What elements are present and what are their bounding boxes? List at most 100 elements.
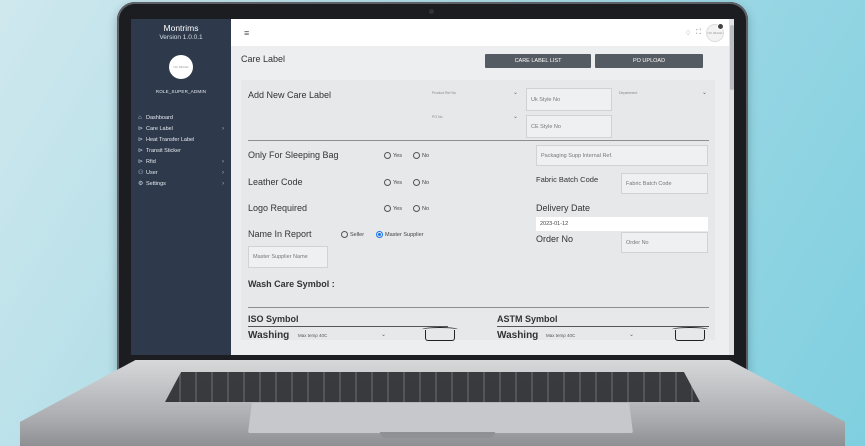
keyboard bbox=[165, 372, 700, 402]
camera-icon bbox=[429, 9, 434, 14]
chevron-down-icon: ⌄ bbox=[512, 114, 518, 120]
care-label-list-button[interactable]: CARE LABEL LIST bbox=[485, 54, 591, 68]
name-in-report-label: Name In Report bbox=[248, 229, 312, 239]
bell-icon[interactable]: ♢ bbox=[685, 29, 691, 37]
fabric-batch-input[interactable]: Fabric Batch Code bbox=[621, 173, 708, 194]
po-no-select[interactable]: PO No ⌄ bbox=[430, 112, 520, 130]
sleeping-bag-no-radio[interactable]: No bbox=[413, 152, 429, 159]
seller-radio[interactable]: Seller bbox=[341, 231, 364, 238]
trackpad bbox=[248, 403, 633, 433]
sleeping-bag-yes-radio[interactable]: Yes bbox=[384, 152, 402, 159]
logo-required-no-radio[interactable]: No bbox=[413, 205, 429, 212]
chevron-right-icon: › bbox=[222, 180, 224, 187]
radio-label: No bbox=[422, 152, 430, 159]
gear-icon: ⚙ bbox=[138, 181, 144, 187]
astm-washing-value: Max temp 40C bbox=[546, 333, 576, 338]
delivery-date-label: Delivery Date bbox=[536, 203, 591, 213]
scrollbar-thumb[interactable] bbox=[730, 25, 734, 90]
sidebar-item-label: User bbox=[146, 169, 158, 176]
department-placeholder: Department bbox=[619, 91, 638, 95]
sidebar-item-dashboard[interactable]: ⌂ Dashboard bbox=[131, 112, 231, 123]
sidebar-item-rfid[interactable]: ⊳ Rfid › bbox=[131, 156, 231, 167]
topbar: ≡ ♢ ⛶ NO IMAGE bbox=[231, 19, 734, 46]
form-heading: Add New Care Label bbox=[248, 90, 332, 100]
radio-label: Yes bbox=[393, 179, 402, 186]
sidebar-item-user[interactable]: ⚇ User › bbox=[131, 167, 231, 178]
logo-required-yes-radio[interactable]: Yes bbox=[384, 205, 402, 212]
app-version: Version 1.0.0.1 bbox=[159, 34, 203, 41]
radio-circle bbox=[413, 205, 420, 212]
radio-circle bbox=[384, 152, 391, 159]
radio-circle bbox=[341, 231, 348, 238]
uk-style-input[interactable]: Uk Style No bbox=[526, 88, 612, 111]
topbar-actions: ♢ ⛶ NO IMAGE bbox=[685, 22, 724, 42]
sidebar-item-settings[interactable]: ⚙ Settings › bbox=[131, 178, 231, 189]
sidebar-item-label: Heat Transfer Label bbox=[146, 136, 195, 143]
product-ref-select[interactable]: Product Ref No ⌄ bbox=[430, 88, 520, 106]
sidebar-item-label: Transit Sticker bbox=[146, 147, 181, 154]
radio-label: No bbox=[422, 179, 430, 186]
menu-toggle-icon[interactable]: ≡ bbox=[244, 28, 249, 38]
page-title: Care Label bbox=[241, 53, 286, 64]
user-role: ROLE_SUPER_ADMIN bbox=[155, 89, 207, 94]
sidebar-item-care-label[interactable]: ⊳ Care Label › bbox=[131, 123, 231, 134]
wash-tub-icon bbox=[672, 327, 708, 341]
astm-washing-select[interactable]: Max temp 40C ⌄ bbox=[544, 330, 636, 342]
leather-code-label: Leather Code bbox=[248, 177, 303, 187]
fabric-batch-label: Fabric Batch Code bbox=[536, 175, 599, 184]
astm-symbol-heading: ASTM Symbol bbox=[497, 314, 558, 324]
leather-code-no-radio[interactable]: No bbox=[413, 179, 429, 186]
user-avatar[interactable]: NO IMAGE bbox=[706, 22, 724, 42]
leather-code-yes-radio[interactable]: Yes bbox=[384, 179, 402, 186]
sidebar-item-label: Rfid bbox=[146, 158, 156, 165]
po-no-placeholder: PO No bbox=[432, 115, 443, 119]
care-label-form: Add New Care Label Product Ref No ⌄ PO N… bbox=[241, 80, 715, 342]
radio-circle bbox=[384, 205, 391, 212]
master-supplier-name-input[interactable]: Master Supplier Name bbox=[248, 246, 328, 268]
chevron-right-icon: › bbox=[222, 158, 224, 165]
scrollbar[interactable] bbox=[729, 19, 734, 355]
ce-style-input[interactable]: CE Style No bbox=[526, 115, 612, 138]
chevron-right-icon: › bbox=[222, 125, 224, 132]
iso-symbol-heading: ISO Symbol bbox=[248, 314, 299, 324]
page-header: Care Label CARE LABEL LIST PO UPLOAD bbox=[231, 46, 734, 71]
radio-label: Yes bbox=[393, 205, 402, 212]
fullscreen-icon[interactable]: ⛶ bbox=[696, 29, 701, 37]
divider bbox=[248, 307, 709, 308]
tag-icon: ⊳ bbox=[138, 148, 144, 154]
radio-circle bbox=[413, 179, 420, 186]
users-icon: ⚇ bbox=[138, 170, 144, 176]
packaging-ref-input[interactable]: Packaging Supp Internal Ref. bbox=[536, 145, 708, 166]
chevron-right-icon: › bbox=[222, 169, 224, 176]
iso-washing-select[interactable]: Max temp 40C ⌄ bbox=[296, 330, 388, 342]
sidebar-menu: ⌂ Dashboard ⊳ Care Label › ⊳ Heat Transf… bbox=[131, 112, 231, 189]
order-no-input[interactable]: Order No bbox=[621, 232, 708, 253]
laptop-notch bbox=[380, 432, 495, 438]
sidebar-item-heat-transfer-label[interactable]: ⊳ Heat Transfer Label bbox=[131, 134, 231, 145]
sleeping-bag-label: Only For Sleeping Bag bbox=[248, 150, 339, 160]
chevron-down-icon: ⌄ bbox=[701, 90, 707, 96]
wash-tub-icon bbox=[422, 327, 458, 341]
app-name: Montrims bbox=[163, 23, 199, 33]
main-content: ≡ ♢ ⛶ NO IMAGE Care Label CARE LABEL LIS… bbox=[231, 19, 734, 355]
sidebar-item-label: Settings bbox=[146, 180, 166, 187]
chevron-down-icon: ⌄ bbox=[628, 332, 634, 338]
sidebar-avatar[interactable]: NO IMAGE bbox=[169, 55, 193, 79]
radio-label: Seller bbox=[350, 231, 365, 238]
divider bbox=[248, 140, 709, 141]
department-select[interactable]: Department ⌄ bbox=[617, 88, 709, 106]
order-no-label: Order No bbox=[536, 234, 574, 244]
radio-circle bbox=[384, 179, 391, 186]
master-supplier-radio[interactable]: Master Supplier bbox=[376, 231, 424, 238]
astm-washing-label: Washing bbox=[497, 330, 539, 341]
sidebar-item-transit-sticker[interactable]: ⊳ Transit Sticker bbox=[131, 145, 231, 156]
delivery-date-input[interactable]: 2023-01-12 bbox=[536, 217, 708, 231]
wash-care-heading: Wash Care Symbol : bbox=[248, 279, 335, 289]
brand: Montrims Version 1.0.0.1 bbox=[131, 19, 231, 41]
logo-required-label: Logo Required bbox=[248, 203, 308, 213]
radio-circle-selected bbox=[376, 231, 383, 238]
chevron-down-icon: ⌄ bbox=[512, 90, 518, 96]
chevron-down-icon: ⌄ bbox=[380, 332, 386, 338]
po-upload-button[interactable]: PO UPLOAD bbox=[595, 54, 703, 68]
radio-circle bbox=[413, 152, 420, 159]
